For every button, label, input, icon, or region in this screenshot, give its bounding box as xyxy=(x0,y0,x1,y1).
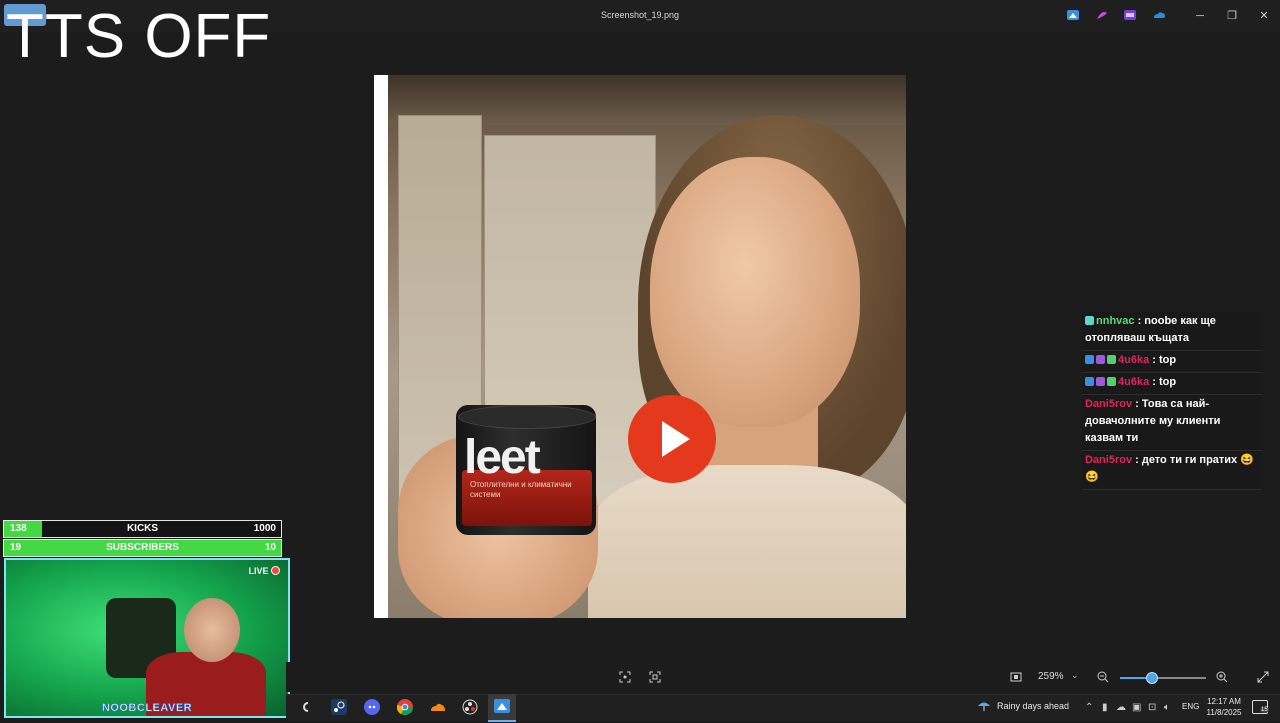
clock[interactable]: 12:17 AM 11/8/2025 xyxy=(1200,696,1248,718)
chat-username: Dani5rov xyxy=(1085,454,1133,466)
jar-lid xyxy=(458,405,596,429)
fullscreen-icon[interactable] xyxy=(1256,670,1270,684)
stream-chat: nnhvac : noobe как ще отопляваш къщата 4u… xyxy=(1082,312,1262,490)
chat-message: Dani5rov : дето ти ги пратих 😆 😆 xyxy=(1082,451,1262,490)
streamer-name: NOOBCLEAVER xyxy=(101,702,193,715)
obs-icon[interactable] xyxy=(462,699,478,715)
discord-icon[interactable] xyxy=(364,699,380,715)
notification-count: 15 xyxy=(1260,707,1269,713)
chat-message: Dani5rov : Това са най-довачолните му кл… xyxy=(1082,395,1262,451)
zoom-out-icon[interactable] xyxy=(1096,670,1110,684)
usb-icon[interactable]: ▮ xyxy=(1102,702,1108,713)
clock-time: 12:17 AM xyxy=(1207,697,1241,706)
streamer-head xyxy=(184,598,240,662)
select-region-icon[interactable] xyxy=(648,670,662,684)
clipchamp-icon[interactable] xyxy=(1123,9,1137,21)
zoom-in-icon[interactable] xyxy=(1215,670,1229,684)
image-canvas[interactable]: leet Отоплителни и климатични системи xyxy=(374,75,906,618)
zoom-slider-thumb[interactable] xyxy=(1145,672,1158,684)
chat-badge-icon xyxy=(1085,355,1094,364)
photo: leet Отоплителни и климатични системи xyxy=(388,75,906,618)
chevron-up-icon[interactable]: ⌃ xyxy=(1085,702,1093,713)
chat-username: Dani5rov xyxy=(1085,398,1133,410)
subscribers-label: SUBSCRIBERS xyxy=(106,542,179,553)
kicks-goal-bar: 138 KICKS 1000 xyxy=(3,520,282,538)
app-tray-icon[interactable]: ▣ xyxy=(1132,702,1141,713)
designer-icon[interactable] xyxy=(1095,9,1109,21)
chevron-down-icon[interactable]: ⌄ xyxy=(1071,670,1079,681)
chat-badge-icon xyxy=(1107,377,1116,386)
network-icon[interactable]: ⊡ xyxy=(1148,702,1156,713)
fit-to-window-icon[interactable] xyxy=(1009,670,1023,684)
zoom-slider[interactable] xyxy=(1120,677,1206,679)
cloud-app-icon[interactable] xyxy=(430,699,446,715)
subscribers-goal-bar: 19 SUBSCRIBERS 10 xyxy=(3,539,282,557)
chat-badge-icon xyxy=(1085,377,1094,386)
jar-brand-text: leet xyxy=(464,431,541,484)
play-icon xyxy=(628,395,716,483)
close-button[interactable]: ✕ xyxy=(1250,7,1278,25)
volume-icon[interactable]: 🔈︎ xyxy=(1164,702,1170,713)
photos-app-icon[interactable] xyxy=(1066,9,1080,21)
language-indicator[interactable]: ENG xyxy=(1182,702,1199,711)
subscribers-goal: 10 xyxy=(264,542,276,553)
chat-text: : top xyxy=(1149,354,1177,366)
back-arrow-icon[interactable] xyxy=(298,699,314,715)
chat-username: 4u6ka xyxy=(1118,376,1150,388)
chat-badge-icon xyxy=(1085,316,1094,325)
minimize-button[interactable]: ─ xyxy=(1186,7,1214,25)
live-badge: LIVE xyxy=(248,566,280,576)
chat-text: : top xyxy=(1149,376,1177,388)
steam-icon[interactable] xyxy=(331,699,347,715)
window-title: Screenshot_19.png xyxy=(600,10,680,20)
clock-date: 11/8/2025 xyxy=(1206,708,1242,717)
chat-message: 4u6ka : top xyxy=(1082,373,1262,395)
webcam-overlay: LIVE NOOBCLEAVER xyxy=(4,558,290,718)
sweater xyxy=(588,465,906,618)
chat-message: nnhvac : noobe как ще отопляваш къщата xyxy=(1082,312,1262,351)
live-dot-icon xyxy=(271,566,280,575)
maximize-button[interactable]: ❐ xyxy=(1218,7,1246,25)
photos-taskbar-button[interactable] xyxy=(488,694,516,722)
kicks-goal: 1000 xyxy=(253,523,276,534)
kicks-label: KICKS xyxy=(126,523,159,534)
chrome-icon[interactable] xyxy=(396,699,414,716)
zoom-level[interactable]: 259% xyxy=(1038,671,1064,682)
crop-icon[interactable] xyxy=(618,670,632,684)
weather-rain-icon[interactable] xyxy=(976,699,992,713)
chat-username: 4u6ka xyxy=(1118,354,1150,366)
chat-badge-icon xyxy=(1096,355,1105,364)
weather-text[interactable]: Rainy days ahead xyxy=(997,701,1069,711)
jar-subtitle-text: Отоплителни и климатични системи xyxy=(470,480,572,499)
chat-message: 4u6ka : top xyxy=(1082,351,1262,373)
chat-username: nnhvac xyxy=(1096,315,1135,327)
cloud-icon[interactable]: ☁ xyxy=(1116,702,1126,713)
face xyxy=(650,157,860,427)
chat-badge-icon xyxy=(1096,377,1105,386)
onedrive-icon[interactable] xyxy=(1152,9,1166,21)
chat-badge-icon xyxy=(1107,355,1116,364)
live-label: LIVE xyxy=(248,566,269,576)
